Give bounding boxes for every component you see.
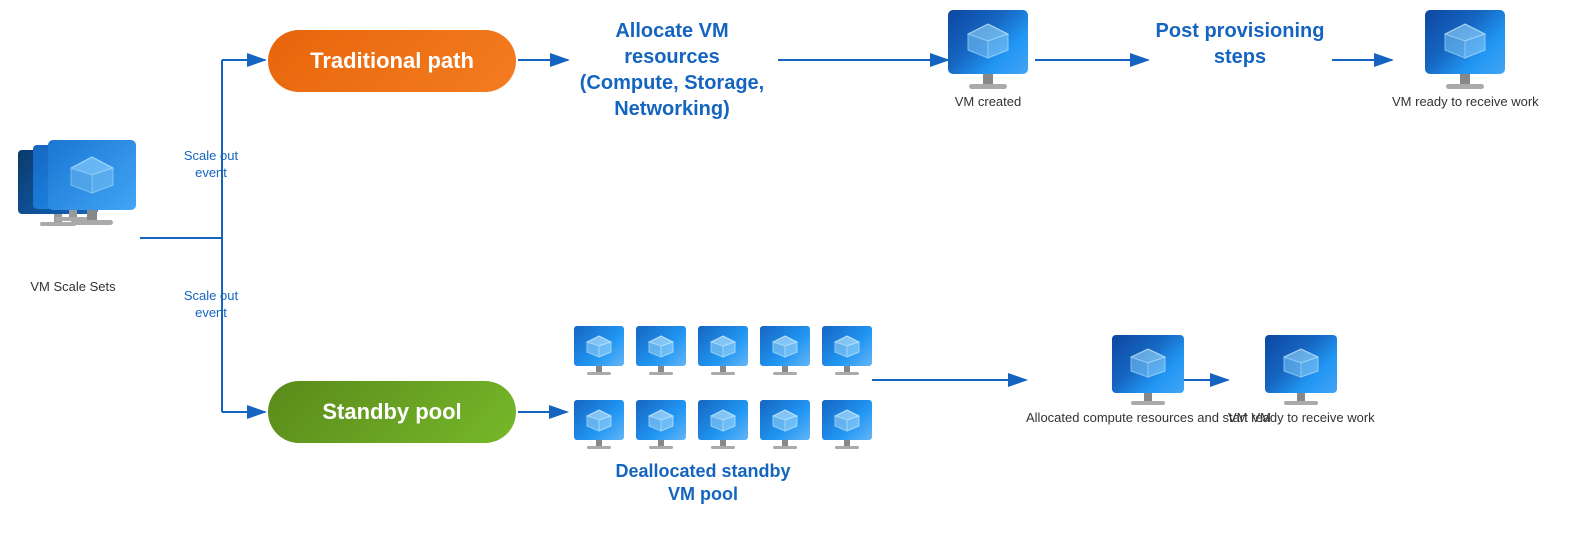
standby-vm-7 [632, 379, 690, 449]
allocated-compute-monitor [1112, 335, 1184, 405]
standby-vm-1 [570, 305, 628, 375]
vm-ready-bottom: VM ready to receive work [1228, 335, 1375, 427]
vm-scale-sets-label: VM Scale Sets [30, 278, 115, 296]
vm-created: VM created [948, 10, 1028, 111]
vm-ready-bottom-monitor [1265, 335, 1337, 405]
vm-stack [18, 140, 128, 270]
deallocated-standby-text: Deallocated standby VM pool [603, 460, 803, 507]
vm-ready-top: VM ready to receive work [1392, 10, 1539, 111]
post-provisioning-text: Post provisioning steps [1155, 18, 1325, 70]
scale-out-event-1: Scale out event [176, 148, 246, 182]
allocate-vm-text: Allocate VM resources (Compute, Storage,… [572, 18, 772, 122]
standby-vm-2 [632, 305, 690, 375]
vm-ready-top-monitor [1425, 10, 1505, 89]
standby-vm-grid [570, 305, 876, 449]
standby-vm-8 [694, 379, 752, 449]
vm-created-label: VM created [955, 94, 1021, 111]
scale-out-event-2: Scale out event [176, 288, 246, 322]
standby-vm-3 [694, 305, 752, 375]
standby-vm-10 [818, 379, 876, 449]
diagram-container: VM Scale Sets Scale out event Scale out … [0, 0, 1573, 553]
traditional-path-pill: Traditional path [268, 30, 516, 92]
standby-vm-6 [570, 379, 628, 449]
standby-pool-pill: Standby pool [268, 381, 516, 443]
vm-ready-top-label: VM ready to receive work [1392, 94, 1539, 111]
vm-ready-bottom-label: VM ready to receive work [1228, 410, 1375, 427]
standby-vm-5 [818, 305, 876, 375]
standby-vm-4 [756, 305, 814, 375]
vm-created-monitor [948, 10, 1028, 89]
vm-scale-sets: VM Scale Sets [18, 140, 128, 296]
vm-monitor-front [48, 140, 136, 225]
standby-vm-9 [756, 379, 814, 449]
